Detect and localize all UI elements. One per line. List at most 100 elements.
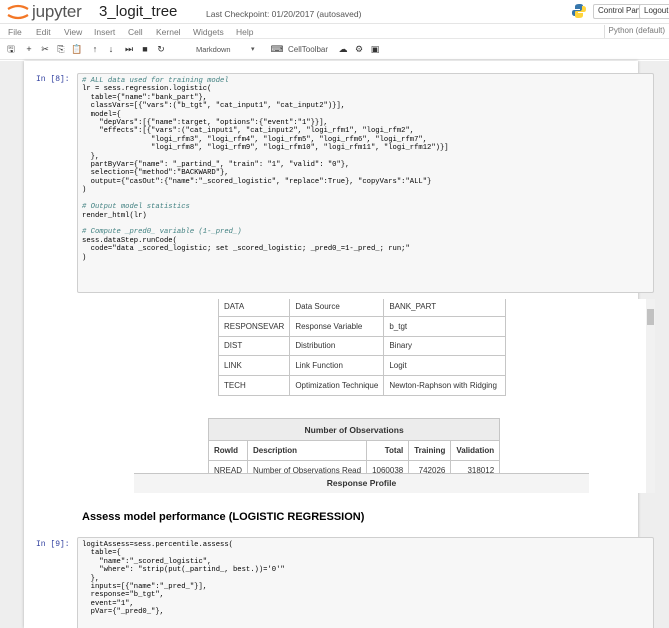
restart-icon[interactable]: ↻ <box>154 42 168 57</box>
table-cell: TECH <box>217 375 291 396</box>
menu-cell[interactable]: Cell <box>128 27 143 37</box>
code-line: "effects":[{"vars":("cat_input1", "cat_i… <box>82 127 415 136</box>
code-line: "logi_rfm3", "logi_rfm4", "logi_rfm5", "… <box>82 135 428 144</box>
cut-icon[interactable]: ✂ <box>38 42 52 57</box>
markdown-heading: Assess model performance (LOGISTIC REGRE… <box>82 511 365 523</box>
code-line: code="data _scored_logistic; set _scored… <box>82 245 410 254</box>
save-icon[interactable]: 🖫 <box>4 42 18 57</box>
table-cell: Distribution <box>289 335 385 357</box>
jupyter-logo-icon[interactable] <box>6 3 30 21</box>
move-down-icon[interactable]: ↓ <box>104 42 118 57</box>
code-line: output={"casOut":{"name":"_scored_logist… <box>82 177 432 186</box>
run-cell-icon[interactable]: ⏭ <box>122 42 136 57</box>
cell-prompt: In [8]: <box>36 75 70 84</box>
code-line: render_html(lr) <box>82 211 147 220</box>
keyboard-icon[interactable]: ⌨ <box>270 42 284 57</box>
code2-line: "where": "strip(put(_partind_, best.))='… <box>82 566 285 575</box>
paste-icon[interactable]: 📋 <box>70 42 84 57</box>
code-line: model={ <box>82 110 121 119</box>
code2-line: logitAssess=sess.percentile.assess( <box>82 541 233 549</box>
celltoolbar-label: CellToolbar <box>288 45 329 54</box>
presentation-icon[interactable]: ▣ <box>368 42 382 57</box>
code2-line: pVar={"_pred0_"}, <box>82 608 164 617</box>
code2-line: response="b_tgt", <box>82 591 164 600</box>
table-cell: DATA <box>217 299 291 317</box>
toolbar: 🖫 + ✂ ⎘ 📋 ↑ ↓ ⏭ ■ ↻ Markdown ▾ ⌨ CellToo… <box>0 40 669 60</box>
table-row: DIST Distribution Binary <box>217 335 507 357</box>
copy-icon[interactable]: ⎘ <box>54 42 68 57</box>
code-line: # Compute _pred0_ variable (1-_pred_) <box>82 228 242 237</box>
code-line: lr = sess.regression.logistic( <box>82 85 212 94</box>
cell-type-select[interactable]: Markdown <box>196 43 248 56</box>
checkpoint-status: Last Checkpoint: 01/20/2017 (autosaved) <box>206 9 362 19</box>
code-editor-2[interactable]: logitAssess=sess.percentile.assess( tabl… <box>78 538 653 620</box>
table-cell: BANK_PART <box>383 299 507 317</box>
code-line: sess.dataStep.runCode( <box>82 236 177 245</box>
logout-button[interactable]: Logout <box>639 4 669 19</box>
output-scrollbar[interactable] <box>646 299 655 493</box>
menu-edit[interactable]: Edit <box>36 27 51 37</box>
model-info-table: DATA Data Source BANK_PART RESPONSEVAR Respo… <box>217 299 507 396</box>
table-cell: Link Function <box>289 355 385 377</box>
table-cell: RESPONSEVAR <box>217 315 291 337</box>
table-row: DATA Data Source BANK_PART <box>217 299 507 317</box>
upload-icon[interactable]: ☁ <box>336 42 350 57</box>
menu-insert[interactable]: Insert <box>94 27 115 37</box>
code2-line: }, <box>82 574 100 583</box>
table-cell: Response Variable <box>289 315 385 337</box>
code-line: selection={"method":"BACKWARD"}, <box>82 169 229 178</box>
output-area[interactable]: DATA Data Source BANK_PART RESPONSEVAR Respo… <box>64 299 654 493</box>
header: jupyter 3_logit_tree Last Checkpoint: 01… <box>0 0 669 24</box>
column-header: RowId <box>207 440 249 461</box>
menu-file[interactable]: File <box>8 27 22 37</box>
code-cell-input-2[interactable]: logitAssess=sess.percentile.assess( tabl… <box>77 537 654 628</box>
insert-cell-icon[interactable]: + <box>22 42 36 57</box>
menu-help[interactable]: Help <box>236 27 253 37</box>
code-line: table={"name":"bank_part"}, <box>82 93 208 102</box>
code-line: "depVars":[{"name":target, "options":{"e… <box>82 119 328 128</box>
table-cell: DIST <box>217 335 291 357</box>
code-line: classVars=[{"vars":("b_tgt", "cat_input1… <box>82 102 346 111</box>
column-header: Description <box>247 440 368 461</box>
response-profile-caption: Response Profile <box>134 473 589 493</box>
kernel-indicator[interactable]: Python (default) <box>603 25 669 38</box>
table-row: TECH Optimization Technique Newton-Raphson… <box>217 375 507 396</box>
chevron-down-icon[interactable]: ▾ <box>251 43 255 56</box>
code-line: "logi_rfm8", "logi_rfm9", "logi_rfm10", … <box>82 144 449 153</box>
column-header: Validation <box>450 440 501 461</box>
code-line: partByVar={"name": "_partind_", "train":… <box>82 161 350 170</box>
move-up-icon[interactable]: ↑ <box>88 42 102 57</box>
notebook-name[interactable]: 3_logit_tree <box>99 3 177 20</box>
table-cell: Optimization Technique <box>289 375 385 396</box>
code-cell-input[interactable]: # ALL data used for training model lr = s… <box>77 73 654 293</box>
table-cell: b_tgt <box>383 315 507 337</box>
code-editor[interactable]: # ALL data used for training model lr = s… <box>78 74 653 265</box>
extension-icon[interactable]: ⚙ <box>352 42 366 57</box>
menu-view[interactable]: View <box>64 27 82 37</box>
code2-line: inputs=[{"name":"_pred_"}], <box>82 583 208 592</box>
code-line: ) <box>82 186 87 195</box>
code2-line: table={ <box>82 549 121 558</box>
table-cell: Binary <box>383 335 507 357</box>
table-cell: Logit <box>383 355 507 377</box>
menu-widgets[interactable]: Widgets <box>193 27 224 37</box>
table-cell: LINK <box>217 355 291 377</box>
brand-name[interactable]: jupyter <box>32 2 82 22</box>
column-header: Total <box>366 440 410 461</box>
table-row: LINK Link Function Logit <box>217 355 507 377</box>
scrollbar-thumb[interactable] <box>647 309 654 325</box>
obs-table-caption: Number of Observations <box>207 418 501 441</box>
code-line: # Output model statistics <box>82 203 190 212</box>
table-cell: Data Source <box>289 299 385 317</box>
menu-kernel[interactable]: Kernel <box>156 27 181 37</box>
code2-line: "name":"_scored_logistic", <box>82 557 212 566</box>
code-line: # ALL data used for training model <box>82 77 229 85</box>
code-line: }, <box>82 152 100 161</box>
cell-prompt-2: In [9]: <box>36 540 70 549</box>
table-cell: Newton-Raphson with Ridging <box>383 375 507 396</box>
column-header: Training <box>408 440 452 461</box>
stop-icon[interactable]: ■ <box>138 42 152 57</box>
code2-line: event="1", <box>82 599 134 608</box>
